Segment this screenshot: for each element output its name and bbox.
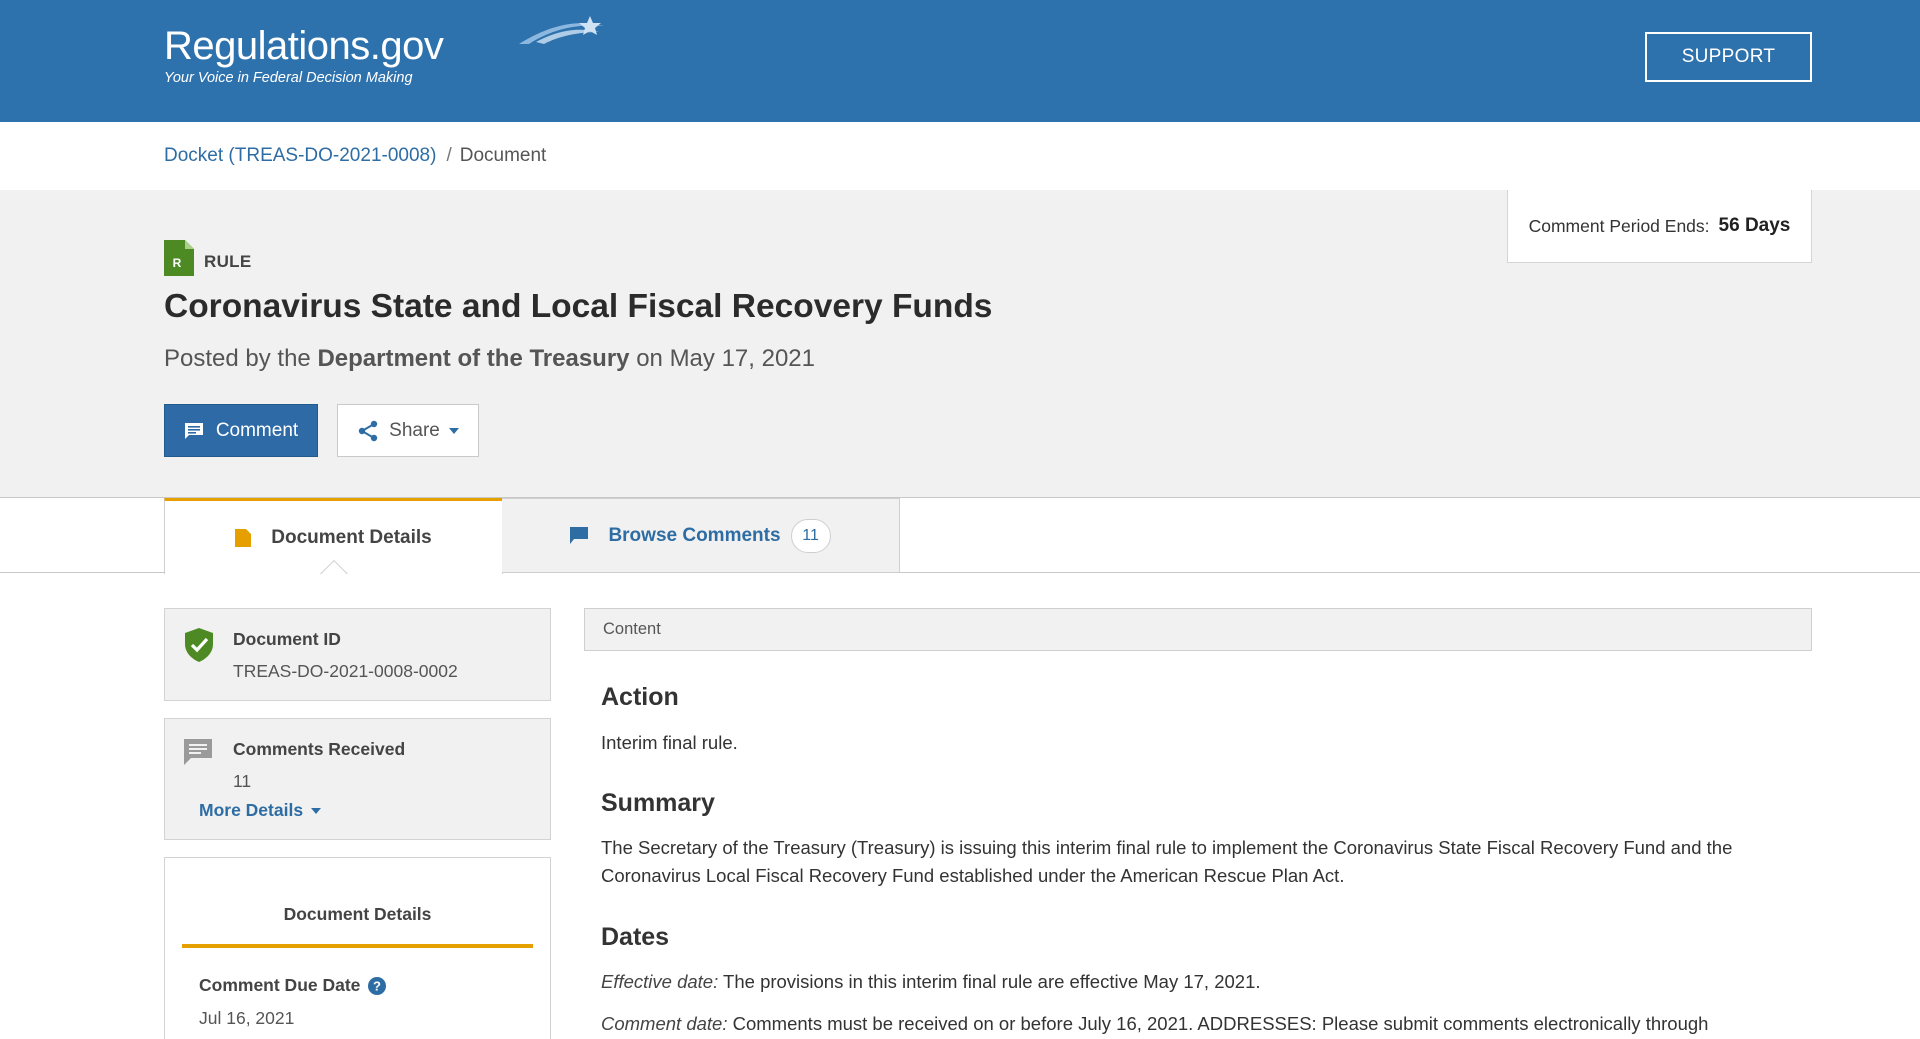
site-header: Regulations.gov Your Voice in Federal De…	[0, 0, 1920, 122]
document-details-card: Document Details Comment Due Date ? Jul …	[164, 857, 551, 1039]
comment-period-label: Comment Period Ends:	[1528, 215, 1710, 236]
comment-button-label: Comment	[215, 419, 299, 441]
share-icon	[358, 420, 378, 441]
share-button-label: Share	[389, 419, 440, 441]
comments-received-value: 11	[233, 771, 252, 791]
tab-browse-comments[interactable]: Browse Comments 11	[502, 498, 900, 573]
comments-received-card: Comments Received 11 More Details	[164, 718, 551, 840]
logo-tagline: Your Voice in Federal Decision Making	[164, 70, 413, 86]
svg-text:?: ?	[373, 978, 381, 993]
effective-date-text: Effective date: The provisions in this i…	[601, 968, 1801, 996]
active-tab-pointer	[320, 559, 348, 574]
posted-prefix: Posted by the	[164, 345, 311, 372]
action-heading: Action	[601, 683, 679, 711]
caret-down-icon	[311, 807, 322, 814]
more-details-label: More Details	[199, 800, 304, 820]
comment-date-label: Comment date:	[601, 1013, 728, 1034]
share-button[interactable]: Share	[337, 404, 479, 457]
comment-due-date-value: Jul 16, 2021	[199, 1008, 295, 1028]
comment-bubble-icon	[570, 527, 589, 544]
support-button[interactable]: SUPPORT	[1645, 32, 1812, 82]
comment-due-date-text: Comment Due Date	[199, 975, 361, 995]
breadcrumb-docket-link[interactable]: Docket (TREAS-DO-2021-0008)	[164, 145, 436, 166]
shield-check-icon	[185, 628, 213, 662]
breadcrumb-separator: /	[446, 145, 452, 166]
site-logo[interactable]: Regulations.gov Your Voice in Federal De…	[164, 16, 604, 86]
heading-underline	[182, 944, 533, 948]
comment-due-date-label: Comment Due Date ?	[199, 975, 387, 996]
rule-doc-icon: R	[164, 240, 194, 276]
breadcrumb: Docket (TREAS-DO-2021-0008) / Document	[164, 145, 546, 167]
comment-button[interactable]: Comment	[164, 404, 318, 457]
dates-heading: Dates	[601, 923, 670, 951]
comment-date-body: Comments must be received on or before J…	[732, 1013, 1709, 1034]
posted-date: on May 17, 2021	[636, 345, 815, 372]
comment-period-value: 56 Days	[1718, 215, 1791, 236]
breadcrumb-current: Document	[459, 145, 547, 166]
effective-date-label: Effective date:	[601, 971, 719, 992]
comment-count-badge: 11	[790, 518, 831, 553]
tab-browse-comments-label: Browse Comments	[608, 524, 781, 546]
document-type-badge: R RULE	[164, 240, 251, 276]
more-details-toggle[interactable]: More Details	[199, 800, 322, 821]
comment-icon	[184, 422, 203, 439]
comments-received-label: Comments Received	[233, 739, 406, 759]
posted-by: Posted by the Department of the Treasury…	[164, 345, 815, 373]
document-id-label: Document ID	[233, 629, 341, 649]
document-type-label: RULE	[204, 252, 252, 271]
comment-period-box: Comment Period Ends: 56 Days	[1507, 190, 1812, 263]
logo-swoosh-icon	[519, 16, 604, 44]
summary-text: The Secretary of the Treasury (Treasury)…	[601, 837, 1733, 886]
caret-down-icon	[448, 427, 459, 434]
content-section-header: Content	[584, 608, 1812, 651]
document-id-value: TREAS-DO-2021-0008-0002	[233, 661, 458, 681]
help-icon[interactable]: ?	[368, 976, 387, 995]
document-hero: Comment Period Ends: 56 Days R RULE Coro…	[0, 190, 1920, 498]
agency-link[interactable]: Department of the Treasury	[317, 345, 629, 372]
document-details-heading: Document Details	[283, 904, 432, 924]
comment-date-text: Comment date: Comments must be received …	[601, 1010, 1801, 1038]
tab-document-details-label: Document Details	[271, 526, 432, 548]
document-id-card: Document ID TREAS-DO-2021-0008-0002	[164, 608, 551, 701]
effective-date-body: The provisions in this interim final rul…	[723, 971, 1261, 992]
page-title: Coronavirus State and Local Fiscal Recov…	[164, 288, 993, 325]
rule-doc-letter: R	[173, 256, 182, 270]
document-icon	[235, 528, 252, 547]
summary-heading: Summary	[601, 789, 715, 817]
comments-icon	[184, 739, 212, 765]
action-text: Interim final rule.	[601, 732, 738, 753]
